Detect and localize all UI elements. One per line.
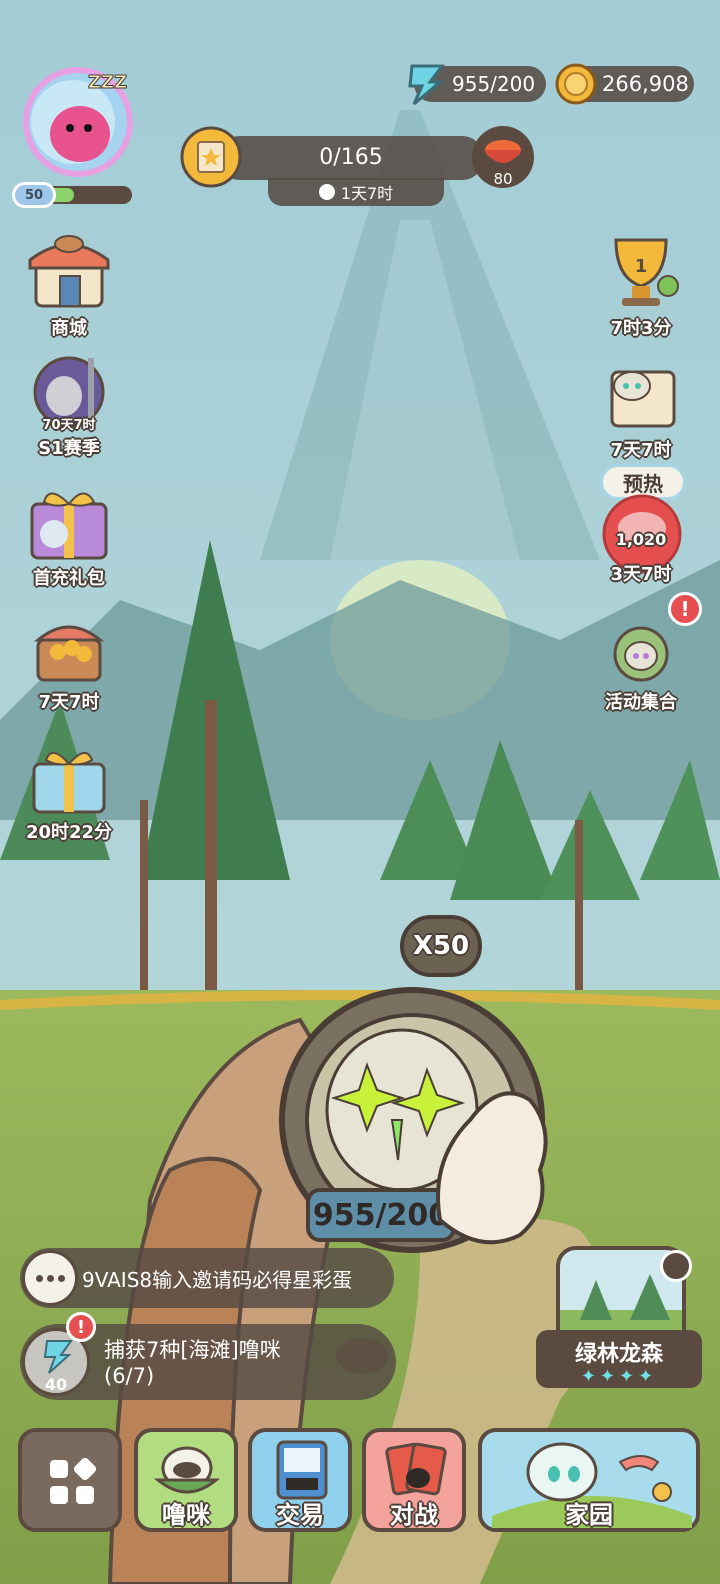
quest-progress-text: 0/165 [319, 145, 383, 170]
quest-task-panel[interactable]: 40 ! 捕获7种[海滩]噜咪 (6/7) [20, 1312, 396, 1400]
task-line1: 捕获7种[海滩]噜咪 [104, 1338, 281, 1362]
coins-pill[interactable]: 266,908 [555, 63, 694, 105]
map-scroll-timer: 7天7时 [610, 440, 672, 461]
home-nav-label: 家园 [565, 1501, 613, 1529]
avatar-art: ZZZ [23, 67, 133, 177]
meat-event-timer: 3天7时 [610, 564, 672, 585]
task-alert-icon: ! [66, 1312, 96, 1342]
location-name: 绿林龙森 [574, 1342, 663, 1367]
multiplier-badge[interactable]: X50 [400, 915, 482, 977]
treasure-chest-button[interactable]: 7天7时 [14, 610, 124, 714]
task-lightning-icon [43, 1340, 73, 1374]
map-scroll-button[interactable]: 7天7时 [586, 358, 696, 462]
chat-icon[interactable] [22, 1250, 78, 1306]
events-collection-label: 活动集合 [605, 692, 677, 713]
chat-bar[interactable]: 9VAIS8输入邀请码必得星彩蛋 [20, 1248, 394, 1308]
grid-menu-icon [50, 1458, 96, 1504]
present-box-icon [32, 752, 106, 814]
map-scroll-icon [610, 370, 676, 428]
treasure-chest-timer: 7天7时 [38, 692, 100, 713]
task-energy-cost: 40 [44, 1375, 68, 1394]
trophy-timer: 7时3分 [610, 318, 672, 339]
lightning-icon [408, 64, 445, 106]
raccoon-icon [336, 1338, 388, 1374]
meat-event-value: 1,020 [615, 530, 667, 549]
season-timer: 70天7时 [42, 418, 96, 433]
location-stars: ✦✦✦✦ [580, 1366, 658, 1387]
lumi-nav-button[interactable]: 噜咪 [134, 1428, 238, 1532]
hand-art [436, 1091, 548, 1245]
present-box-button[interactable]: 20时22分 [14, 740, 124, 844]
lumi-bowl-icon [154, 1446, 220, 1494]
coin-icon [555, 63, 597, 105]
lumi-nav-label: 噜咪 [162, 1501, 210, 1529]
main-menu-button[interactable] [18, 1428, 122, 1532]
trade-nav-label: 交易 [276, 1501, 324, 1529]
shop-label: 商城 [51, 318, 87, 339]
clock-icon [318, 184, 335, 200]
present-box-timer: 20时22分 [25, 822, 113, 843]
events-alert-icon: ! [668, 592, 702, 626]
battle-nav-label: 对战 [390, 1501, 438, 1529]
multiplier-text: X50 [412, 931, 470, 961]
shop-button[interactable]: 商城 [14, 230, 124, 340]
first-recharge-label: 首充礼包 [33, 568, 105, 589]
energy-pill[interactable]: 955/200 [408, 64, 546, 106]
vending-machine-icon [276, 1440, 328, 1500]
food-count: 80 [493, 170, 513, 188]
first-recharge-gift-button[interactable]: 首充礼包 [14, 484, 124, 590]
battle-cards-icon [385, 1442, 447, 1496]
food-bowl-button[interactable]: 80 [472, 126, 534, 188]
quest-progress-pill: 0/165 [218, 136, 484, 180]
energy-text: 955/200 [452, 72, 536, 96]
player-avatar[interactable]: ZZZ [18, 62, 138, 182]
home-nav-button[interactable]: 家园 [478, 1428, 700, 1532]
scroll-icon [180, 126, 242, 188]
season-label: S1赛季 [38, 438, 100, 459]
battle-nav-button[interactable]: 对战 [362, 1428, 466, 1532]
events-wreath-icon [613, 626, 669, 682]
trophy-rank: 1 [634, 256, 648, 277]
treasure-chest-icon [33, 625, 105, 682]
chat-message: 9VAIS8输入邀请码必得星彩蛋 [82, 1268, 353, 1292]
food-bowl-icon [484, 140, 522, 163]
gift-icon [30, 492, 108, 560]
season-button[interactable]: 70天7时 S1赛季 [14, 352, 124, 460]
player-level-bar: 50 [12, 182, 134, 208]
task-line2: (6/7) [104, 1364, 155, 1388]
trophy-button[interactable]: 1 7时3分 [586, 230, 696, 340]
location-nameplate[interactable]: 绿林龙森 ✦✦✦✦ [536, 1330, 702, 1388]
coins-text: 266,908 [602, 72, 689, 96]
player-level-badge: 50 [12, 182, 56, 208]
svg-text:ZZZ: ZZZ [88, 72, 127, 93]
quest-timer: 1天7时 [268, 178, 444, 206]
events-collection-button[interactable]: 活动集合 [586, 624, 696, 714]
shop-icon [28, 235, 110, 308]
quest-timer-text: 1天7时 [340, 184, 394, 203]
trade-nav-button[interactable]: 交易 [248, 1428, 352, 1532]
location-timer-icon [660, 1250, 692, 1282]
quest-bar[interactable]: 0/165 1天7时 80 [180, 126, 540, 210]
